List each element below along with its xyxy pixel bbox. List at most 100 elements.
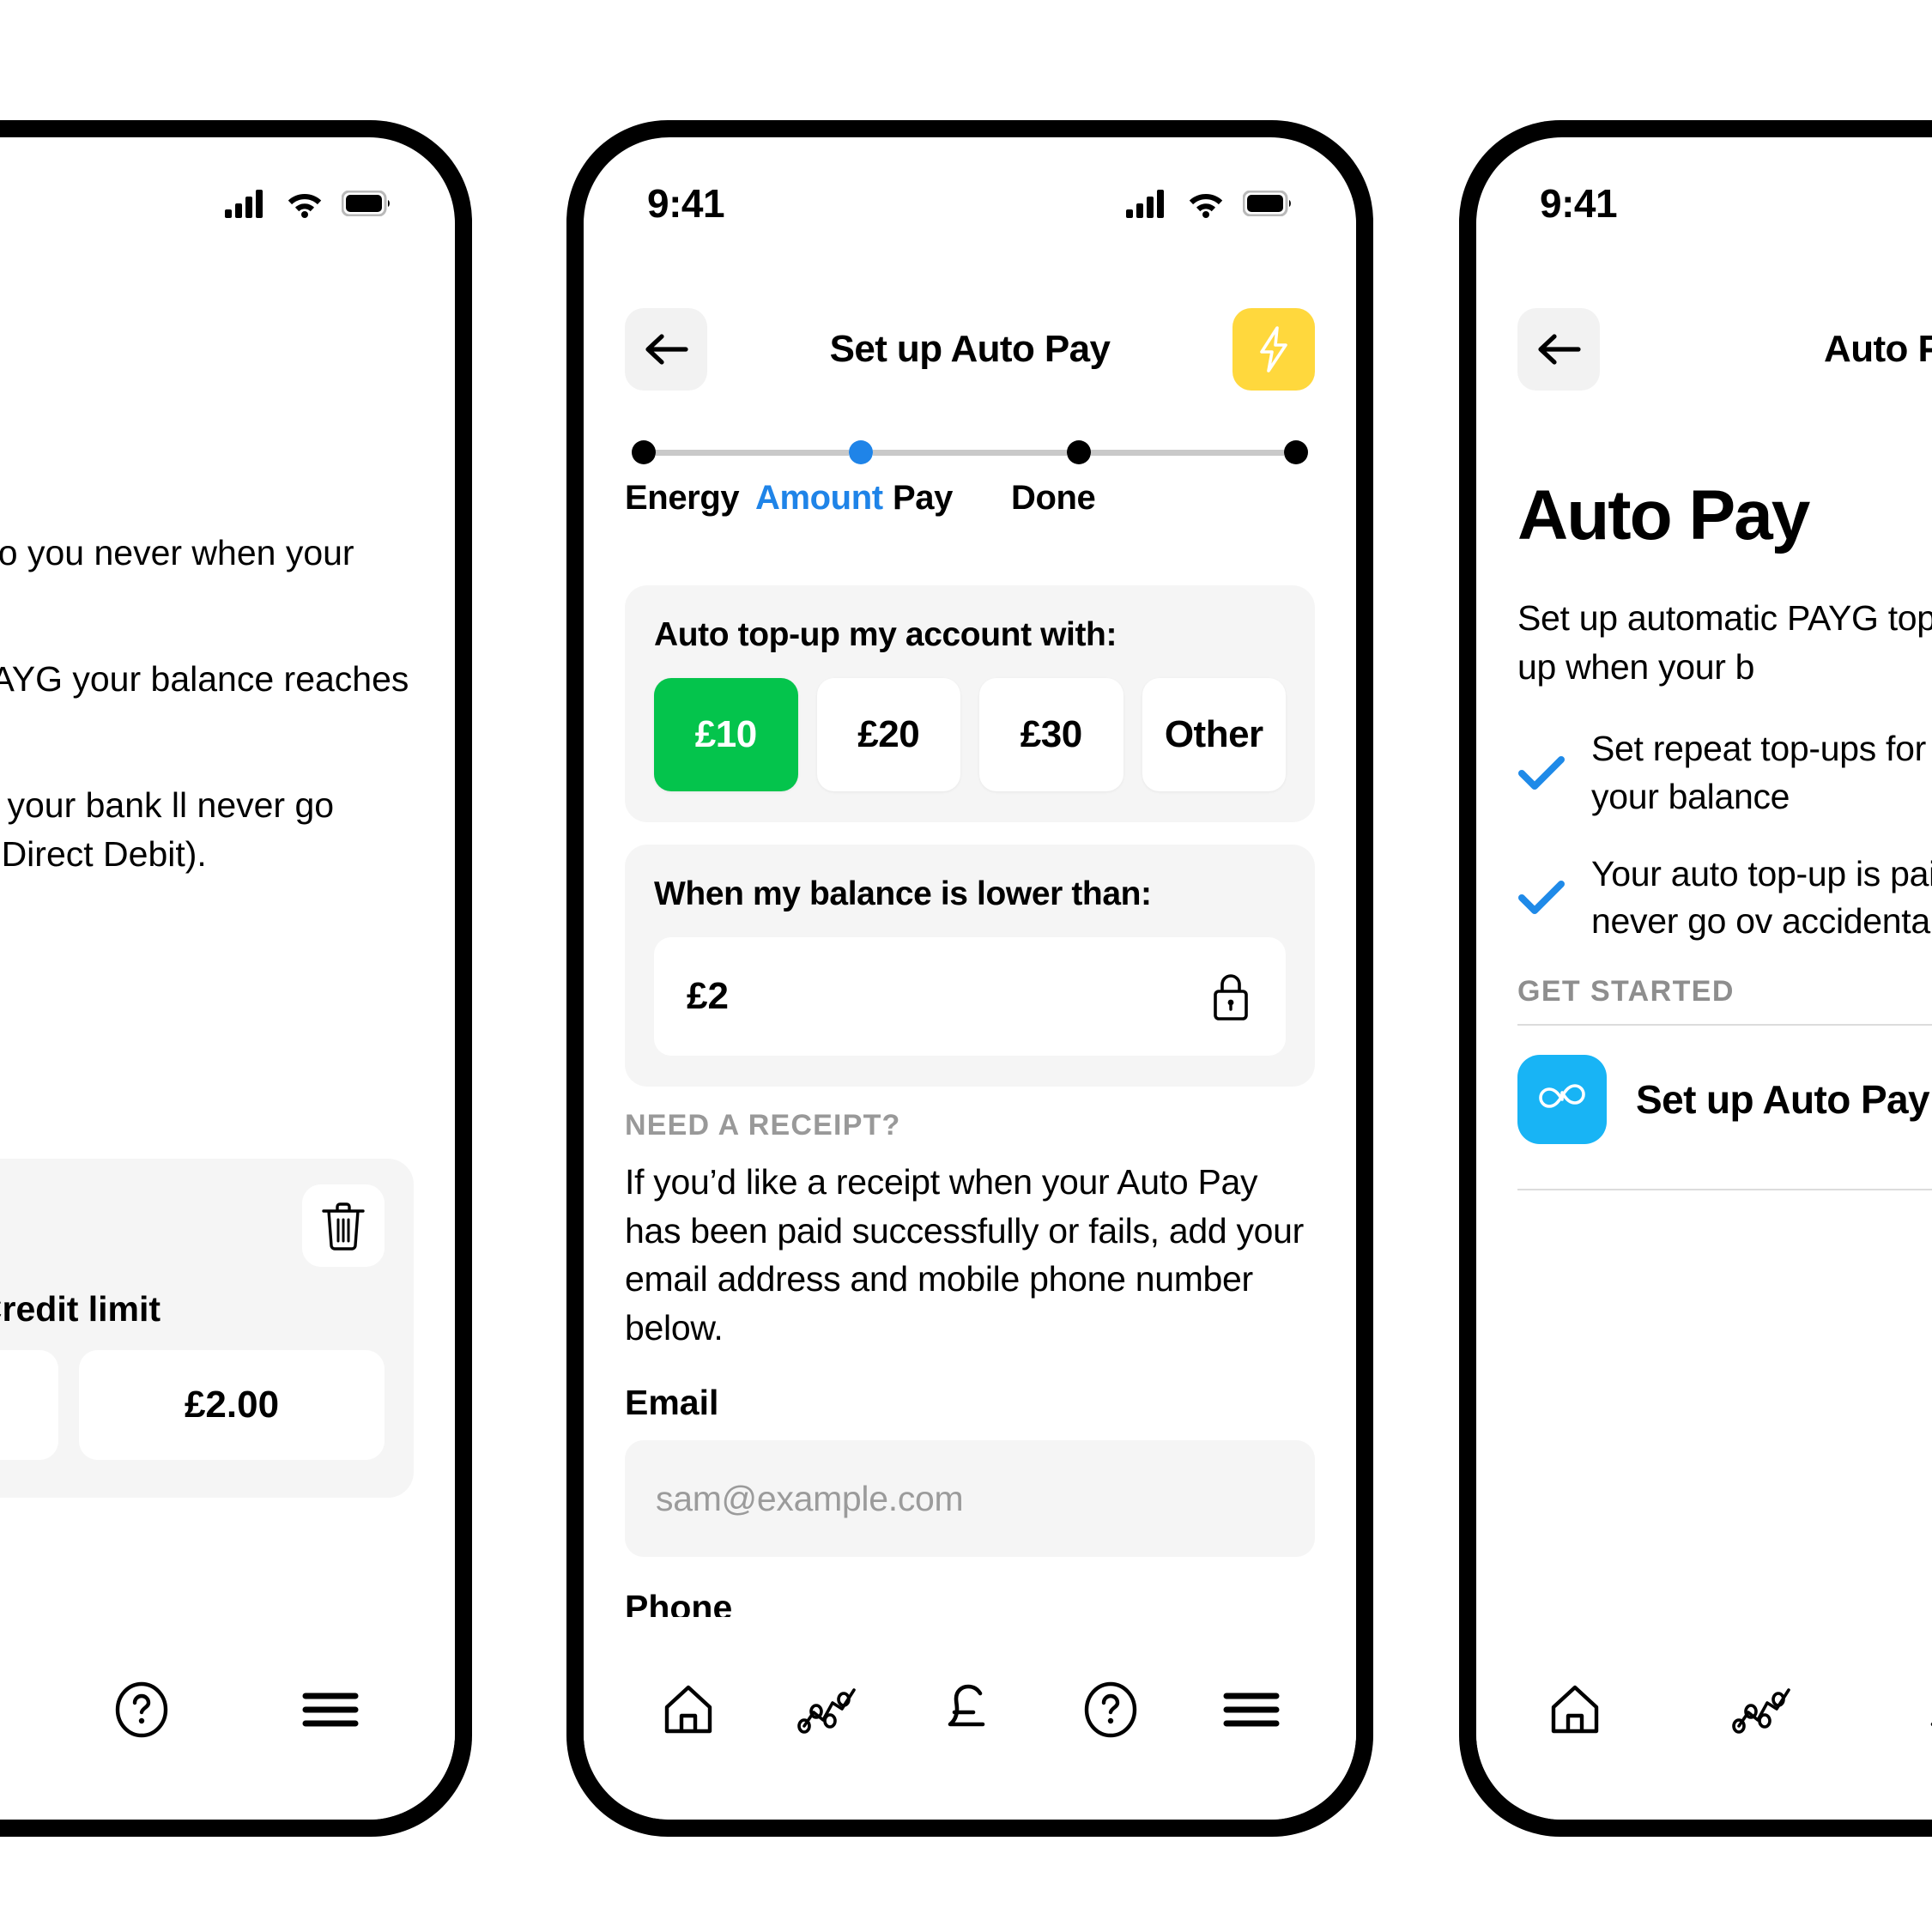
amount-option-30[interactable]: £30	[979, 678, 1123, 791]
email-input[interactable]: sam@example.com	[625, 1440, 1315, 1558]
step-label-pay: Pay	[893, 479, 953, 517]
list-item: Your auto top-up is paid card, so you’ll…	[1517, 851, 1932, 947]
check-icon	[1517, 879, 1566, 917]
balance-threshold-card: When my balance is lower than: £2	[625, 845, 1315, 1087]
pound-icon	[943, 1681, 996, 1738]
step-dot-amount[interactable]	[849, 440, 874, 464]
benefit-text-1: Set repeat top-ups for yo meter when you…	[1591, 729, 1932, 816]
step-dot-done[interactable]	[1283, 440, 1308, 464]
status-bar-left	[0, 137, 455, 240]
step-dot-pay[interactable]	[1066, 440, 1091, 464]
signal-icon	[1126, 189, 1169, 218]
tab-payments-center[interactable]	[923, 1669, 1017, 1751]
step-dot-energy[interactable]	[632, 440, 656, 464]
progress-stepper: Energy Amount Pay Done	[625, 438, 1315, 518]
list-item: Set repeat top-ups for yo meter when you…	[1517, 725, 1932, 821]
tab-usage-right[interactable]	[1717, 1669, 1811, 1751]
set-up-auto-pay-label: Set up Auto Pay	[1636, 1077, 1930, 1123]
topup-amount-title: Auto top-up my account with:	[654, 616, 1117, 653]
tab-payments-right[interactable]	[1905, 1669, 1932, 1751]
status-bar-center: 9:41	[584, 137, 1356, 240]
left-paragraph-2: op-ups for your PAYG your balance reache…	[0, 659, 409, 700]
delete-button[interactable]	[302, 1184, 385, 1267]
stepper-labels: Energy Amount Pay Done	[625, 479, 1315, 518]
page-title-right: Auto Pay	[1824, 328, 1932, 370]
step-bar-1	[656, 449, 850, 456]
left-paragraph-1: c PAYG top-ups so you never when your ba…	[0, 533, 354, 572]
trash-icon	[320, 1201, 366, 1251]
page-title-center: Set up Auto Pay	[829, 328, 1111, 370]
usage-graph-icon	[1732, 1685, 1796, 1735]
receipt-description: If you’d like a receipt when your Auto P…	[625, 1162, 1305, 1348]
tab-bar-center	[584, 1617, 1356, 1820]
nav-bar-left: Auto Pay	[0, 302, 455, 397]
balance-threshold-title: When my balance is lower than:	[654, 875, 1152, 912]
home-icon	[662, 1683, 715, 1736]
phone-left: Auto Pay c PAYG top-ups so you never whe…	[0, 120, 472, 1837]
battery-icon	[342, 191, 391, 216]
home-icon	[1548, 1683, 1602, 1736]
status-icons-left	[225, 189, 391, 218]
lock-icon	[1208, 970, 1253, 1023]
tab-home-center[interactable]	[641, 1669, 736, 1751]
step-bar-3	[1090, 449, 1284, 456]
wifi-icon	[285, 189, 324, 218]
benefit-text-2: Your auto top-up is paid card, so you’ll…	[1591, 853, 1932, 942]
tab-menu-center[interactable]	[1204, 1669, 1299, 1751]
tab-help-left[interactable]	[94, 1669, 189, 1751]
lightning-bolt-icon	[1255, 325, 1293, 373]
left-paragraph-3: op-up is paid with your bank ll never go…	[0, 785, 335, 874]
status-bar-right: 9:41	[1476, 137, 1932, 240]
tab-help-center[interactable]	[1063, 1669, 1158, 1751]
get-started-label: GET STARTED	[1517, 975, 1735, 1008]
step-label-energy: Energy	[625, 479, 740, 517]
tab-home-right[interactable]	[1528, 1669, 1622, 1751]
receipt-section-label: NEED A RECEIPT?	[625, 1109, 901, 1142]
battery-icon	[1243, 191, 1293, 216]
signal-icon	[225, 189, 268, 218]
arrow-left-icon	[643, 331, 689, 367]
credit-limit-fields: £2.00	[0, 1350, 385, 1460]
email-label: Email	[625, 1383, 719, 1423]
tab-usage-center[interactable]	[782, 1669, 876, 1751]
benefits-list: Set repeat top-ups for yo meter when you…	[1517, 725, 1932, 946]
topup-amount-options: £10 £20 £30 Other	[654, 678, 1286, 791]
heading-auto-pay: Auto Pay	[1517, 476, 1810, 554]
amount-option-other[interactable]: Other	[1142, 678, 1286, 791]
phone-right-screen: 9:41 Auto Pay Auto Pay Set up automatic …	[1476, 137, 1932, 1820]
stepper-track	[625, 438, 1315, 467]
wifi-icon	[1186, 189, 1226, 218]
credit-limit-value[interactable]: £2.00	[79, 1350, 385, 1460]
credit-limit-card: Credit limit £2.00	[0, 1159, 414, 1498]
phone-center-screen: 9:41 Set up Auto Pay Energy Amount Pay D…	[584, 137, 1356, 1820]
balance-threshold-field[interactable]: £2	[654, 937, 1286, 1056]
tab-bar-right	[1476, 1617, 1932, 1820]
lightning-action-button[interactable]	[1232, 308, 1315, 391]
nav-bar-center: Set up Auto Pay	[584, 302, 1356, 397]
set-up-auto-pay-row[interactable]: Set up Auto Pay	[1517, 1026, 1932, 1173]
balance-threshold-value: £2	[687, 975, 729, 1017]
step-label-done: Done	[1011, 479, 1096, 517]
arrow-left-icon	[1535, 331, 1582, 367]
usage-graph-icon	[797, 1685, 861, 1735]
status-icons-center	[1126, 189, 1293, 218]
tab-menu-left[interactable]	[283, 1669, 378, 1751]
menu-icon	[302, 1690, 359, 1729]
infinity-icon	[1517, 1055, 1607, 1145]
step-bar-2	[873, 449, 1067, 456]
phone-center: 9:41 Set up Auto Pay Energy Amount Pay D…	[566, 120, 1373, 1837]
phone-right: 9:41 Auto Pay Auto Pay Set up automatic …	[1459, 120, 1932, 1837]
tab-bar-left	[0, 1617, 455, 1820]
topup-amount-card: Auto top-up my account with: £10 £20 £30…	[625, 585, 1315, 822]
check-icon	[1517, 754, 1566, 792]
intro-paragraph: Set up automatic PAYG top-u forget to to…	[1517, 598, 1932, 687]
page-title-left: Auto Pay	[0, 328, 414, 371]
amount-option-10[interactable]: £10	[654, 678, 798, 791]
back-button-right[interactable]	[1517, 308, 1600, 391]
screenshot-stage: Auto Pay c PAYG top-ups so you never whe…	[0, 0, 1932, 1932]
step-label-amount: Amount	[755, 479, 883, 517]
back-button[interactable]	[625, 308, 707, 391]
amount-option-20[interactable]: £20	[816, 678, 960, 791]
credit-limit-field-partial[interactable]	[0, 1350, 58, 1460]
email-placeholder: sam@example.com	[656, 1478, 964, 1518]
